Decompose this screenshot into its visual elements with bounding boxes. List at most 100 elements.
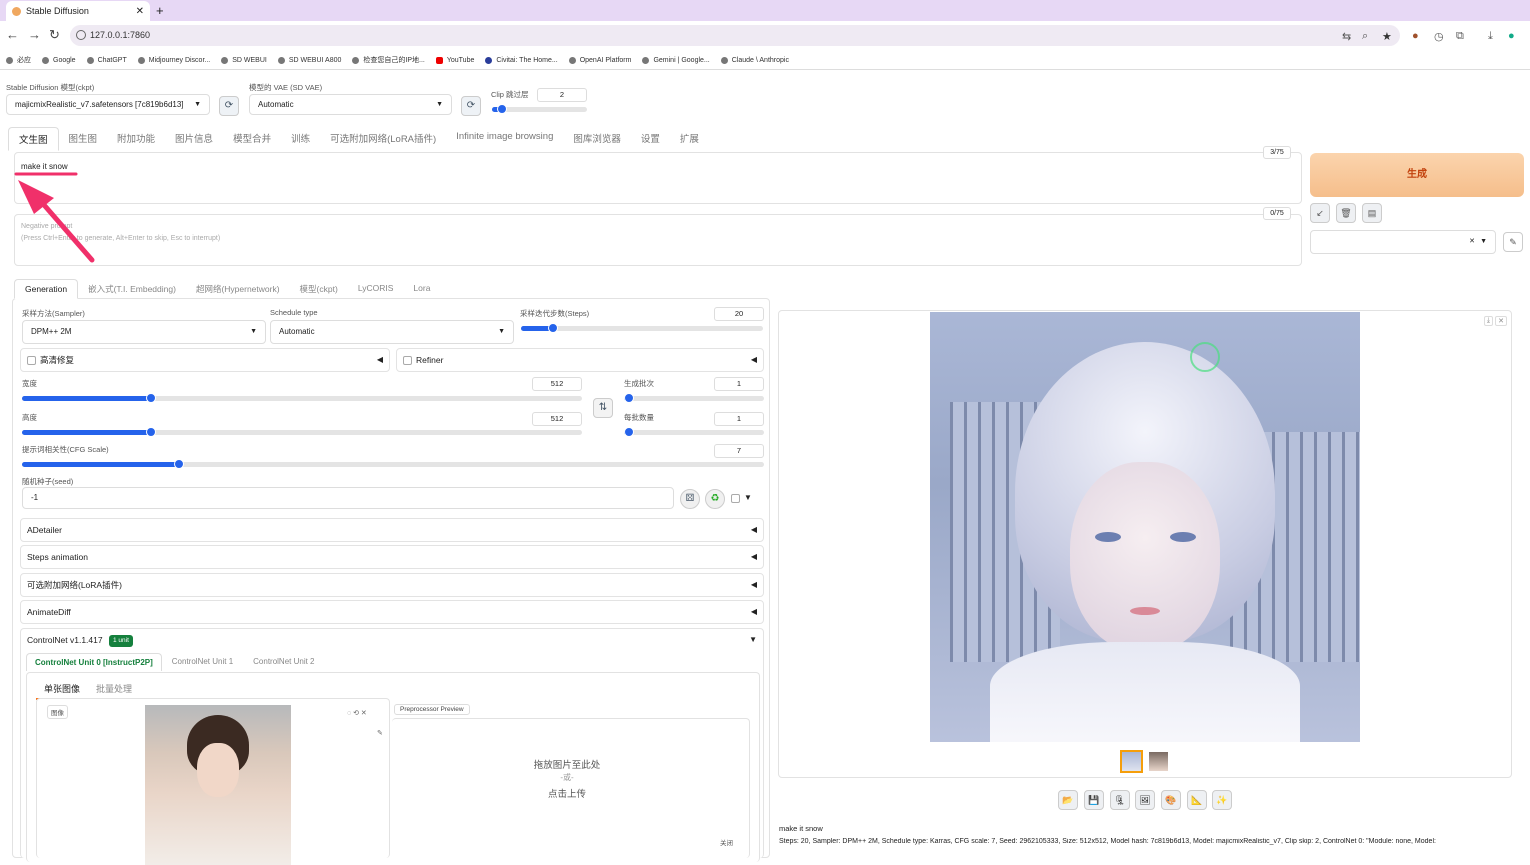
addnet-accordion[interactable]: 可选附加网络(LoRA插件) ◀	[20, 573, 764, 597]
thumbnail-input[interactable]	[1149, 752, 1168, 771]
zip-icon[interactable]: 🗜	[1110, 790, 1130, 810]
vae-select[interactable]: Automatic ▼	[249, 94, 452, 115]
tab-txt2img[interactable]: 文生图	[8, 127, 59, 151]
swap-dimensions-icon[interactable]: ⇅	[593, 398, 613, 418]
batch-size-slider[interactable]	[624, 427, 764, 437]
clear-icon[interactable]: ✕	[1469, 231, 1475, 253]
style-icon[interactable]: ▤	[1362, 203, 1382, 223]
browser-tab[interactable]: Stable Diffusion ✕	[6, 1, 150, 21]
batch-count-input[interactable]: 1	[714, 377, 764, 391]
adetailer-accordion[interactable]: ADetailer ◀	[20, 518, 764, 542]
thumbnail-snow[interactable]	[1120, 750, 1143, 773]
read-params-icon[interactable]: ↙	[1310, 203, 1330, 223]
tab-unit-1[interactable]: ControlNet Unit 1	[162, 653, 243, 671]
profile-avatar-icon[interactable]: ●	[1508, 30, 1515, 42]
animatediff-accordion[interactable]: AnimateDiff ◀	[20, 600, 764, 624]
tab-extensions[interactable]: 扩展	[670, 127, 709, 151]
image-tools-icon[interactable]: ◌ ⟲ ✕	[347, 709, 367, 717]
cfg-input[interactable]: 7	[714, 444, 764, 458]
subtab-lycoris[interactable]: LyCORIS	[348, 279, 404, 299]
height-slider[interactable]	[22, 427, 582, 437]
styles-select[interactable]: ✕ ▼	[1310, 230, 1496, 254]
width-slider[interactable]	[22, 393, 582, 403]
close-preview-button[interactable]: 关闭	[720, 837, 733, 847]
steps-input[interactable]: 20	[714, 307, 764, 321]
tab-png-info[interactable]: 图片信息	[165, 127, 223, 151]
preprocessor-preview-tab[interactable]: Preprocessor Preview	[394, 704, 470, 715]
height-input[interactable]: 512	[532, 412, 582, 426]
edit-style-icon[interactable]: ✎	[1503, 232, 1523, 252]
extension-icon[interactable]: ●	[1412, 30, 1419, 42]
bookmark-item[interactable]: Civitai: The Home...	[485, 52, 558, 68]
tab-unit-2[interactable]: ControlNet Unit 2	[243, 653, 324, 671]
translate-icon[interactable]: ⇆	[1342, 30, 1351, 43]
bookmark-item[interactable]: Midjourney Discor...	[137, 52, 210, 68]
tab-img2img[interactable]: 图生图	[59, 127, 108, 151]
tab-gallery[interactable]: 图库浏览器	[563, 127, 631, 151]
send-to-inpaint-icon[interactable]: 🎨	[1161, 790, 1181, 810]
sampler-select[interactable]: DPM++ 2M ▼	[22, 320, 266, 344]
refresh-vae-icon[interactable]: ⟳	[461, 96, 481, 116]
history-icon[interactable]: ◷	[1434, 30, 1444, 43]
seed-input[interactable]: -1	[22, 487, 674, 509]
bookmark-item[interactable]: Gemini | Google...	[642, 52, 710, 68]
tab-extras[interactable]: 附加功能	[107, 127, 165, 151]
batch-count-slider[interactable]	[624, 393, 764, 403]
hires-fix-accordion[interactable]: 高清修复 ◀	[20, 348, 390, 372]
subtab-hypernetwork[interactable]: 超网络(Hypernetwork)	[186, 279, 290, 299]
steps-animation-accordion[interactable]: Steps animation ◀	[20, 545, 764, 569]
bookmark-item[interactable]: YouTube	[435, 52, 474, 68]
random-dice-icon[interactable]: ⚄	[680, 489, 700, 509]
trash-icon[interactable]: 🗑	[1336, 203, 1356, 223]
refiner-checkbox[interactable]	[403, 356, 412, 366]
tab-batch[interactable]: 批量处理	[88, 679, 140, 700]
tab-image-browsing[interactable]: Infinite image browsing	[446, 127, 563, 151]
hires-checkbox[interactable]	[27, 356, 36, 366]
subtab-generation[interactable]: Generation	[14, 279, 79, 299]
bookmark-item[interactable]: 检查您自己的IP地...	[352, 52, 425, 68]
subtab-checkpoint[interactable]: 模型(ckpt)	[290, 279, 348, 299]
address-bar[interactable]: 127.0.0.1:7860	[70, 25, 1400, 46]
open-folder-icon[interactable]: 📂	[1058, 790, 1078, 810]
save-icon[interactable]: 💾	[1084, 790, 1104, 810]
clip-input[interactable]: 2	[537, 88, 587, 102]
cfg-slider[interactable]	[22, 459, 764, 469]
width-input[interactable]: 512	[532, 377, 582, 391]
bookmark-item[interactable]: SD WEBUI	[221, 52, 267, 68]
forward-icon[interactable]: →	[28, 27, 41, 42]
new-tab-button[interactable]: +	[156, 3, 164, 18]
refiner-accordion[interactable]: Refiner ◀	[396, 348, 764, 372]
send-to-extras-icon[interactable]: 📐	[1187, 790, 1207, 810]
sparkle-icon[interactable]: ✨	[1212, 790, 1232, 810]
collapse-icon[interactable]: ▼	[749, 629, 757, 651]
zoom-icon[interactable]: ⌕	[1362, 30, 1368, 43]
subtab-embedding[interactable]: 嵌入式(T.I. Embedding)	[78, 279, 186, 299]
bookmark-item[interactable]: OpenAI Platform	[568, 52, 631, 68]
negative-prompt-textarea[interactable]: Negative prompt (Press Ctrl+Enter to gen…	[14, 214, 1302, 266]
tab-single-image[interactable]: 单张图像	[36, 679, 89, 700]
prompt-textarea[interactable]: make it snow	[14, 152, 1302, 204]
extra-seed-checkbox[interactable]	[731, 494, 740, 503]
download-icon[interactable]: ⤓	[1483, 316, 1493, 326]
clip-slider[interactable]	[492, 104, 587, 114]
bookmark-star-icon[interactable]: ★	[1382, 30, 1392, 43]
subtab-lora[interactable]: Lora	[403, 279, 440, 299]
reload-icon[interactable]: ↻	[49, 27, 60, 43]
close-tab-icon[interactable]: ✕	[136, 6, 144, 17]
extensions-puzzle-icon[interactable]: ⧉	[1456, 30, 1464, 43]
generated-image[interactable]	[930, 312, 1360, 742]
steps-slider[interactable]	[521, 323, 763, 333]
recycle-seed-icon[interactable]: ♻	[705, 489, 725, 509]
bookmark-item[interactable]: Claude \ Anthropic	[720, 52, 789, 68]
preview-dropzone[interactable]: 拖放图片至此处 -或- 点击上传 关闭	[392, 718, 750, 858]
tab-addnet[interactable]: 可选附加网络(LoRA插件)	[320, 127, 446, 151]
send-to-img2img-icon[interactable]: 🖼	[1135, 790, 1155, 810]
bookmark-item[interactable]: 必应	[6, 52, 31, 68]
close-icon[interactable]: ✕	[1495, 316, 1507, 326]
tab-merge[interactable]: 模型合并	[223, 127, 281, 151]
schedule-select[interactable]: Automatic ▼	[270, 320, 514, 344]
bookmark-item[interactable]: ChatGPT	[86, 52, 127, 68]
bookmark-item[interactable]: Google	[42, 52, 76, 68]
model-select[interactable]: majicmixRealistic_v7.safetensors [7c819b…	[6, 94, 210, 115]
batch-size-input[interactable]: 1	[714, 412, 764, 426]
